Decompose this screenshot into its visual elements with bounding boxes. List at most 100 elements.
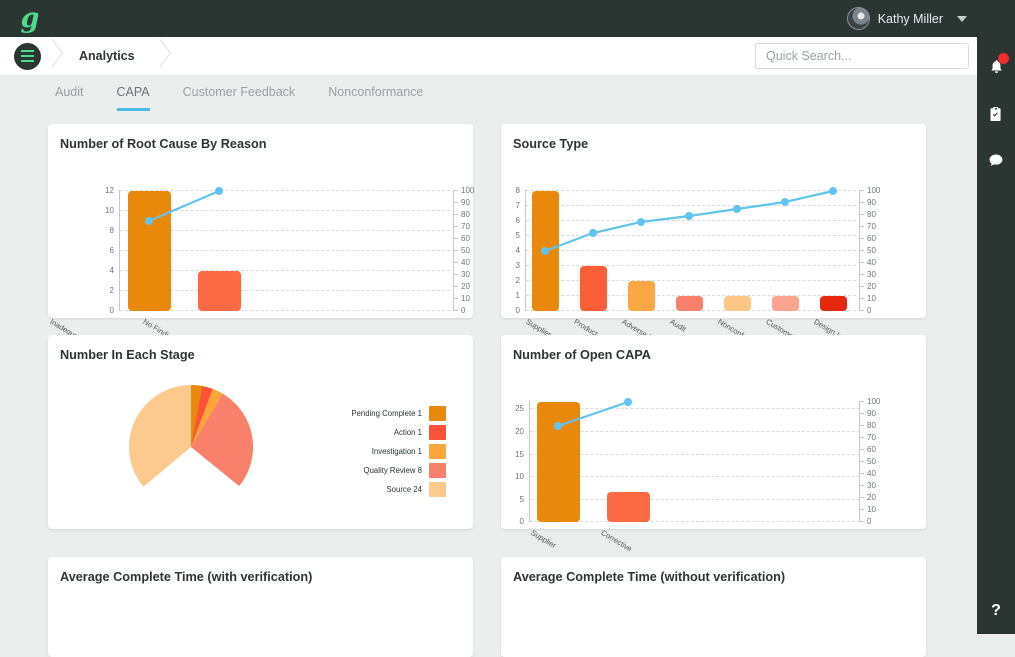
line-point[interactable] — [733, 205, 741, 213]
y2-tick-label: 30 — [461, 270, 470, 279]
user-name-label: Kathy Miller — [878, 12, 943, 26]
y2-tick-label: 0 — [867, 306, 871, 315]
y2-tick — [860, 437, 864, 438]
y2-tick — [860, 238, 864, 239]
legend-item[interactable]: Quality Review 8 — [306, 461, 446, 480]
cumulative-line — [501, 151, 926, 314]
pie-legend: Pending Complete 1 Action 1 Investigatio… — [306, 404, 446, 499]
y2-tick — [454, 286, 458, 287]
y2-tick-label: 90 — [867, 198, 876, 207]
line-point[interactable] — [589, 229, 597, 237]
y2-tick — [454, 250, 458, 251]
y2-tick-label: 20 — [867, 282, 876, 291]
y2-tick — [860, 298, 864, 299]
legend-item[interactable]: Source 24 — [306, 480, 446, 499]
pie-chart[interactable] — [126, 382, 256, 512]
y2-tick — [860, 521, 864, 522]
chat-bubble-icon[interactable] — [977, 137, 1015, 184]
y2-tick — [454, 310, 458, 311]
y2-tick — [860, 461, 864, 462]
y2-tick-label: 60 — [867, 445, 876, 454]
x-tick-label: Audit — [668, 317, 687, 334]
y2-tick-label: 70 — [867, 222, 876, 231]
y2-tick-label: 90 — [867, 409, 876, 418]
y2-tick-label: 20 — [867, 493, 876, 502]
y2-tick-label: 10 — [867, 505, 876, 514]
legend-swatch — [429, 463, 446, 478]
breadcrumb-item-analytics[interactable]: Analytics — [65, 49, 149, 63]
chevron-down-icon[interactable] — [957, 16, 967, 22]
tab-customer-feedback[interactable]: Customer Feedback — [183, 85, 296, 111]
y2-tick-label: 40 — [867, 258, 876, 267]
y2-tick-label: 40 — [867, 469, 876, 478]
y2-tick — [860, 473, 864, 474]
card-average-complete-time-with-verification: Average Complete Time (with verification… — [48, 557, 473, 657]
y2-tick-label: 100 — [867, 186, 880, 195]
line-point[interactable] — [685, 212, 693, 220]
y2-tick — [860, 401, 864, 402]
chart-root-cause-by-reason: 12 10 8 6 4 2 0 100 90 80 70 60 50 — [48, 151, 473, 311]
y2-tick — [860, 310, 864, 311]
y2-tick-label: 80 — [867, 210, 876, 219]
y2-tick — [860, 226, 864, 227]
line-point[interactable] — [637, 218, 645, 226]
line-point[interactable] — [145, 217, 153, 225]
legend-label: Investigation 1 — [372, 447, 422, 456]
card-title: Number of Open CAPA — [501, 335, 926, 362]
line-point[interactable] — [829, 187, 837, 195]
line-point[interactable] — [624, 398, 632, 406]
legend-item[interactable]: Action 1 — [306, 423, 446, 442]
y2-tick-label: 60 — [461, 234, 470, 243]
tab-audit[interactable]: Audit — [55, 85, 84, 111]
y2-tick-label: 70 — [461, 222, 470, 231]
y2-tick-label: 10 — [461, 294, 470, 303]
search-input[interactable] — [755, 43, 969, 69]
y2-tick — [454, 274, 458, 275]
y2-tick — [860, 274, 864, 275]
y2-tick — [454, 262, 458, 263]
y2-tick — [454, 298, 458, 299]
breadcrumb-chevron-icon — [149, 37, 173, 75]
hamburger-menu-icon[interactable] — [14, 43, 41, 70]
user-menu[interactable]: Kathy Miller — [847, 0, 967, 37]
y2-tick — [454, 190, 458, 191]
y2-tick — [454, 226, 458, 227]
chart-number-in-each-stage: Pending Complete 1 Action 1 Investigatio… — [48, 362, 473, 522]
card-title: Number In Each Stage — [48, 335, 473, 362]
legend-item[interactable]: Pending Complete 1 — [306, 404, 446, 423]
top-app-bar: g Kathy Miller — [0, 0, 1015, 37]
tab-nonconformance[interactable]: Nonconformance — [328, 85, 423, 111]
y2-tick — [860, 509, 864, 510]
line-point[interactable] — [554, 422, 562, 430]
line-point[interactable] — [781, 198, 789, 206]
y2-tick — [860, 202, 864, 203]
line-point[interactable] — [541, 247, 549, 255]
y2-tick — [860, 286, 864, 287]
tab-capa[interactable]: CAPA — [117, 85, 150, 111]
legend-swatch — [429, 444, 446, 459]
clipboard-check-icon[interactable] — [977, 90, 1015, 137]
tab-bar: Audit CAPA Customer Feedback Nonconforma… — [0, 75, 977, 111]
y2-tick — [860, 413, 864, 414]
legend-swatch — [429, 406, 446, 421]
y2-tick — [860, 190, 864, 191]
card-source-type: Source Type 8 7 6 5 4 3 2 1 0 — [501, 124, 926, 318]
legend-item[interactable]: Investigation 1 — [306, 442, 446, 461]
y2-tick-label: 100 — [867, 397, 880, 406]
line-point[interactable] — [215, 187, 223, 195]
y2-tick-label: 100 — [461, 186, 474, 195]
y2-tick-label: 30 — [867, 270, 876, 279]
legend-swatch — [429, 425, 446, 440]
y2-tick-label: 50 — [867, 246, 876, 255]
help-icon[interactable]: ? — [977, 596, 1015, 626]
cumulative-line — [48, 151, 473, 314]
notification-badge — [998, 53, 1009, 64]
y2-tick-label: 30 — [867, 481, 876, 490]
card-title: Source Type — [501, 124, 926, 151]
y2-tick — [860, 250, 864, 251]
card-number-of-open-capa: Number of Open CAPA 25 20 15 10 5 0 — [501, 335, 926, 529]
y2-tick — [454, 238, 458, 239]
card-title: Average Complete Time (without verificat… — [501, 557, 926, 584]
app-logo-icon[interactable]: g — [17, 4, 43, 34]
bell-icon[interactable] — [977, 43, 1015, 90]
